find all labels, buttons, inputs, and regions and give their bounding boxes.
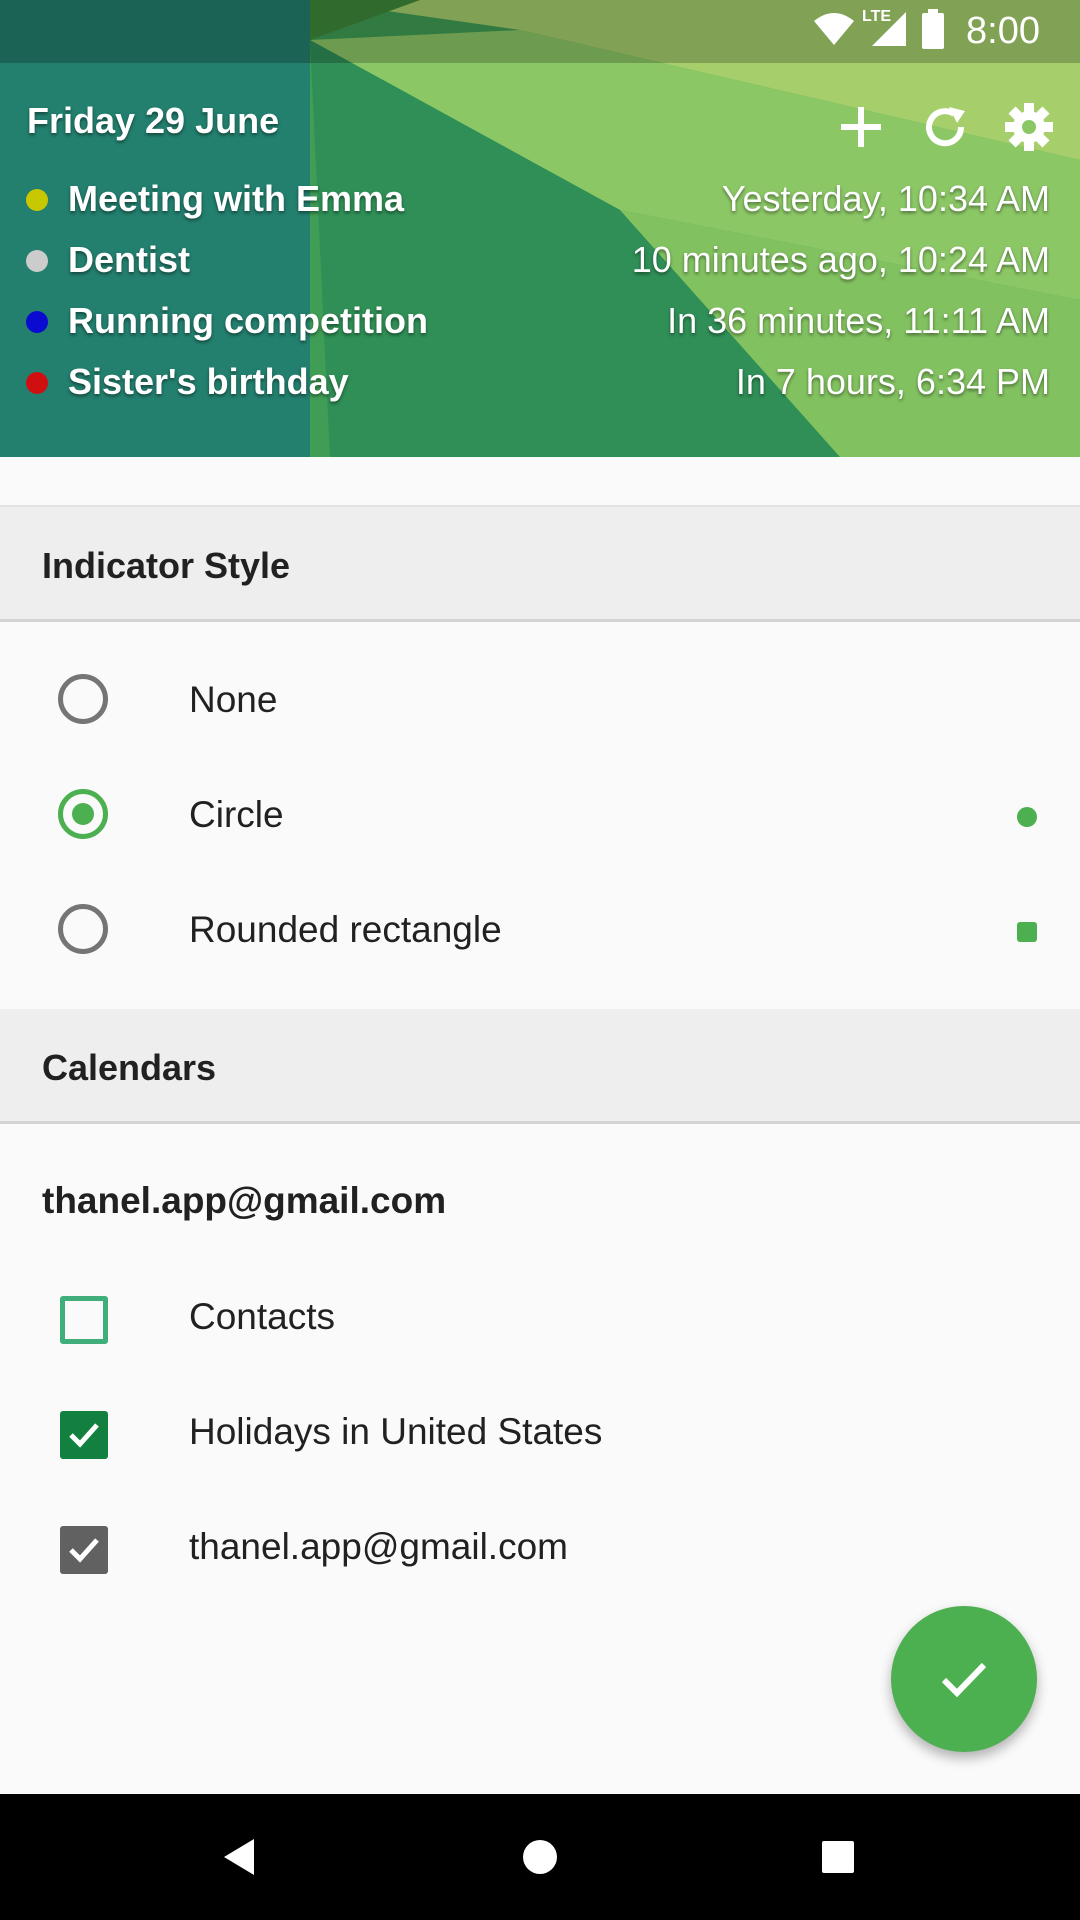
event-row: Sister's birthday In 7 hours, 6:34 PM — [0, 353, 1080, 414]
status-bar: LTE 8:00 — [0, 0, 1080, 63]
option-label: None — [189, 679, 278, 720]
section-title: Indicator Style — [42, 545, 291, 586]
event-title: Running competition — [68, 300, 428, 341]
widget-preview: LTE 8:00 Friday 29 June Meeting with Emm… — [0, 0, 1080, 457]
event-list: Meeting with Emma Yesterday, 10:34 AM De… — [0, 170, 1080, 440]
calendar-account-label: thanel.app@gmail.com — [42, 1180, 447, 1221]
event-title: Sister's birthday — [68, 361, 349, 402]
event-color-dot — [26, 372, 48, 394]
option-label: Rounded rectangle — [189, 909, 502, 950]
radio-button-selected[interactable] — [58, 789, 108, 839]
signal-icon: LTE — [862, 8, 908, 53]
event-time: In 7 hours, 6:34 PM — [735, 361, 1050, 402]
circle-indicator-preview — [1017, 807, 1037, 827]
refresh-icon[interactable] — [918, 100, 972, 154]
checkbox-checked[interactable] — [60, 1526, 108, 1574]
event-color-dot — [26, 311, 48, 333]
indicator-option-rounded-rectangle[interactable]: Rounded rectangle — [0, 873, 1080, 988]
event-color-dot — [26, 189, 48, 211]
section-title: Calendars — [42, 1047, 217, 1088]
radio-button[interactable] — [58, 904, 108, 954]
radio-button[interactable] — [58, 674, 108, 724]
indicator-option-circle[interactable]: Circle — [0, 758, 1080, 873]
calendar-label: Holidays in United States — [189, 1411, 603, 1452]
rounded-rectangle-indicator-preview — [1017, 922, 1037, 942]
event-row: Meeting with Emma Yesterday, 10:34 AM — [0, 170, 1080, 231]
indicator-option-none[interactable]: None — [0, 643, 1080, 758]
checkbox-checked[interactable] — [60, 1411, 108, 1459]
widget-toolbar — [834, 100, 1056, 154]
event-row: Running competition In 36 minutes, 11:11… — [0, 292, 1080, 353]
system-navigation-bar — [0, 1794, 1080, 1920]
back-icon[interactable] — [210, 1827, 270, 1887]
check-icon — [941, 1662, 987, 1698]
confirm-fab-button[interactable] — [891, 1606, 1037, 1752]
home-icon[interactable] — [510, 1827, 570, 1887]
event-color-dot — [26, 250, 48, 272]
status-time: 8:00 — [966, 10, 1040, 52]
settings-gear-icon[interactable] — [1002, 100, 1056, 154]
check-icon — [69, 1538, 99, 1563]
check-icon — [69, 1423, 99, 1448]
checkbox-unchecked[interactable] — [60, 1296, 108, 1344]
event-time: In 36 minutes, 11:11 AM — [667, 300, 1050, 341]
battery-icon — [922, 9, 945, 54]
event-row: Dentist 10 minutes ago, 10:24 AM — [0, 231, 1080, 292]
network-type-label: LTE — [862, 8, 892, 25]
widget-date: Friday 29 June — [27, 100, 280, 141]
indicator-style-header: Indicator Style — [0, 507, 1080, 622]
option-label: Circle — [189, 794, 284, 835]
calendars-header: Calendars — [0, 1009, 1080, 1124]
wifi-icon — [812, 11, 856, 52]
add-icon[interactable] — [834, 100, 888, 154]
calendar-item-holidays[interactable]: Holidays in United States — [0, 1375, 1080, 1490]
calendar-item-contacts[interactable]: Contacts — [0, 1260, 1080, 1375]
recents-icon[interactable] — [808, 1827, 868, 1887]
calendar-label: Contacts — [189, 1296, 336, 1337]
calendar-label: thanel.app@gmail.com — [189, 1526, 568, 1567]
calendar-item-account[interactable]: thanel.app@gmail.com — [0, 1490, 1080, 1605]
event-time: 10 minutes ago, 10:24 AM — [631, 239, 1050, 280]
event-time: Yesterday, 10:34 AM — [721, 178, 1050, 219]
event-title: Meeting with Emma — [68, 178, 405, 219]
event-title: Dentist — [68, 239, 191, 280]
